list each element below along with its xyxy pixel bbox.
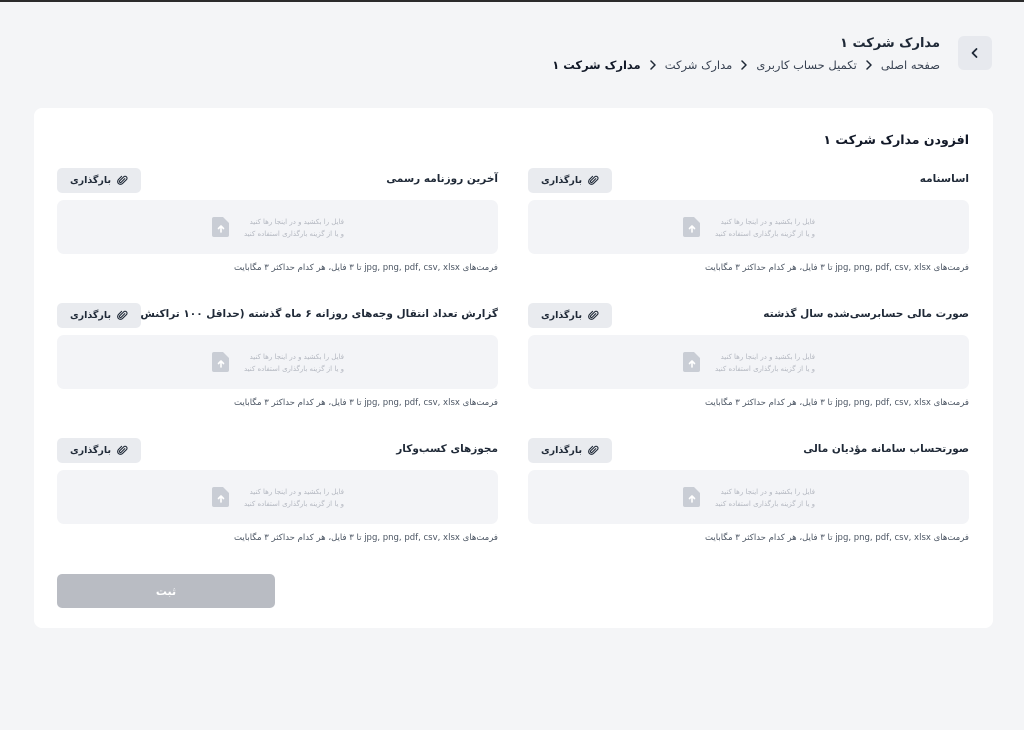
upload-button[interactable]: بارگذاری: [57, 168, 141, 193]
paperclip-icon: [588, 445, 599, 455]
formats-hint: فرمت‌های jpg, png, pdf, csv, xlsx تا ۳ ف…: [234, 398, 498, 408]
upload-button[interactable]: بارگذاری: [528, 303, 612, 328]
document-label: صورت مالی حسابرسی‌شده سال گذشته: [763, 308, 969, 320]
upload-label: بارگذاری: [69, 175, 112, 186]
file-upload-icon: [212, 487, 229, 507]
document-label: آخرین روزنامه رسمی: [386, 173, 498, 185]
chevron-right-icon: [649, 60, 657, 70]
dropzone[interactable]: فایل را بکشید و در اینجا رها کنید و یا از…: [57, 335, 498, 389]
dropzone[interactable]: فایل را بکشید و در اینجا رها کنید و یا از…: [57, 200, 498, 254]
breadcrumb-complete-account[interactable]: تکمیل حساب کاربری: [756, 58, 856, 72]
paperclip-icon: [588, 310, 599, 320]
document-field-audited-statement: صورت مالی حسابرسی‌شده سال گذشته بارگذاری…: [528, 303, 969, 415]
formats-hint: فرمت‌های jpg, png, pdf, csv, xlsx تا ۳ ف…: [705, 398, 969, 408]
file-upload-icon: [212, 217, 229, 237]
upload-label: بارگذاری: [540, 310, 583, 321]
chevron-right-icon: [865, 60, 873, 70]
chevron-left-icon: [971, 48, 978, 58]
card-title: افزودن مدارک شرکت ۱: [823, 132, 969, 147]
formats-hint: فرمت‌های jpg, png, pdf, csv, xlsx تا ۳ ف…: [234, 533, 498, 543]
document-field-gazette: آخرین روزنامه رسمی بارگذاری فایل را بکشی…: [57, 168, 498, 280]
dropzone-text: فایل را بکشید و در اینجا رها کنید و یا از…: [715, 353, 816, 373]
paperclip-icon: [117, 175, 128, 185]
dropzone-text: فایل را بکشید و در اینجا رها کنید و یا از…: [244, 353, 345, 373]
file-upload-icon: [683, 487, 700, 507]
breadcrumb-company-documents[interactable]: مدارک شرکت: [665, 58, 733, 72]
chevron-right-icon: [740, 60, 748, 70]
dropzone-text: فایل را بکشید و در اینجا رها کنید و یا از…: [715, 488, 816, 508]
dropzone-text: فایل را بکشید و در اینجا رها کنید و یا از…: [715, 218, 816, 238]
upload-label: بارگذاری: [540, 445, 583, 456]
dropzone-text: فایل را بکشید و در اینجا رها کنید و یا از…: [244, 218, 345, 238]
paperclip-icon: [117, 310, 128, 320]
document-field-tax-invoice: صورتحساب سامانه مؤدیان مالی بارگذاری فای…: [528, 438, 969, 550]
file-upload-icon: [683, 352, 700, 372]
dropzone[interactable]: فایل را بکشید و در اینجا رها کنید و یا از…: [528, 335, 969, 389]
document-field-transfer-report: گزارش تعداد انتقال وجه‌های روزانه ۶ ماه …: [57, 303, 498, 415]
top-border: [0, 0, 1024, 2]
paperclip-icon: [588, 175, 599, 185]
back-button[interactable]: [958, 36, 992, 70]
document-field-articles: اساسنامه بارگذاری فایل را بکشید و در این…: [528, 168, 969, 280]
dropzone[interactable]: فایل را بکشید و در اینجا رها کنید و یا از…: [528, 470, 969, 524]
breadcrumb-home[interactable]: صفحه اصلی: [881, 58, 940, 72]
formats-hint: فرمت‌های jpg, png, pdf, csv, xlsx تا ۳ ف…: [705, 533, 969, 543]
upload-button[interactable]: بارگذاری: [57, 303, 141, 328]
breadcrumb-current: مدارک شرکت ۱: [552, 58, 641, 72]
paperclip-icon: [117, 445, 128, 455]
formats-hint: فرمت‌های jpg, png, pdf, csv, xlsx تا ۳ ف…: [705, 263, 969, 273]
document-label: اساسنامه: [919, 173, 969, 185]
breadcrumb: صفحه اصلی تکمیل حساب کاربری مدارک شرکت م…: [552, 58, 940, 72]
document-label: گزارش تعداد انتقال وجه‌های روزانه ۶ ماه …: [98, 308, 498, 320]
formats-hint: فرمت‌های jpg, png, pdf, csv, xlsx تا ۳ ف…: [234, 263, 498, 273]
submit-button[interactable]: ثبت: [57, 574, 275, 608]
file-upload-icon: [683, 217, 700, 237]
document-label: مجوزهای کسب‌وکار: [396, 443, 498, 455]
document-label: صورتحساب سامانه مؤدیان مالی: [803, 443, 969, 455]
file-upload-icon: [212, 352, 229, 372]
upload-button[interactable]: بارگذاری: [528, 438, 612, 463]
upload-button[interactable]: بارگذاری: [57, 438, 141, 463]
upload-label: بارگذاری: [69, 310, 112, 321]
document-field-business-licenses: مجوزهای کسب‌وکار بارگذاری فایل را بکشید …: [57, 438, 498, 550]
dropzone[interactable]: فایل را بکشید و در اینجا رها کنید و یا از…: [57, 470, 498, 524]
page-title: مدارک شرکت ۱: [840, 36, 940, 51]
dropzone[interactable]: فایل را بکشید و در اینجا رها کنید و یا از…: [528, 200, 969, 254]
upload-button[interactable]: بارگذاری: [528, 168, 612, 193]
upload-label: بارگذاری: [540, 175, 583, 186]
documents-card: افزودن مدارک شرکت ۱ اساسنامه بارگذاری فا…: [34, 108, 993, 628]
upload-label: بارگذاری: [69, 445, 112, 456]
dropzone-text: فایل را بکشید و در اینجا رها کنید و یا از…: [244, 488, 345, 508]
